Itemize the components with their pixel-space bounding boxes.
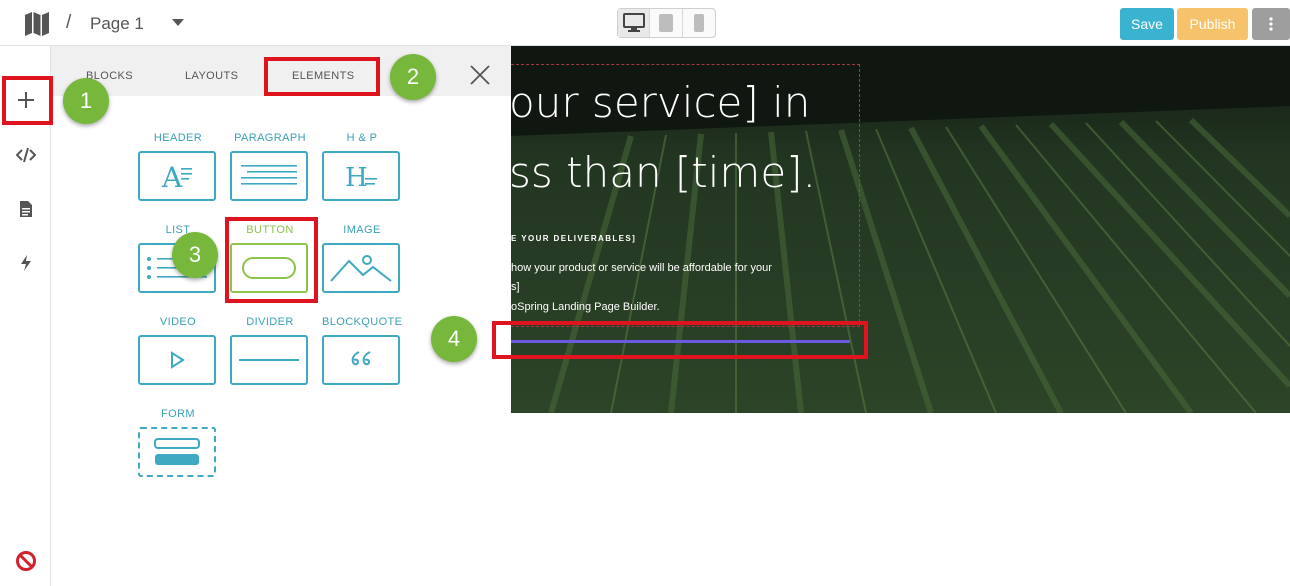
- divider-icon: [239, 359, 299, 361]
- disable-button[interactable]: [15, 550, 37, 572]
- element-label: VIDEO: [159, 316, 197, 328]
- page-title[interactable]: Page 1: [90, 14, 144, 34]
- image-icon: [330, 255, 392, 282]
- annotation-highlight-elements-tab: [264, 57, 380, 96]
- save-button[interactable]: Save: [1120, 8, 1174, 40]
- element-label: BLOCKQUOTE: [322, 316, 403, 328]
- element-tile[interactable]: [230, 151, 308, 201]
- breadcrumb-separator: /: [66, 12, 72, 33]
- element-paragraph[interactable]: PARAGRAPH: [230, 132, 310, 201]
- element-label: HEADER: [153, 132, 203, 144]
- paragraph-icon: [241, 165, 297, 185]
- elements-panel: BLOCKS LAYOUTS ELEMENTS HEADER A PARAGRA…: [51, 46, 511, 586]
- hero-paragraph-line-1[interactable]: how your product or service will be affo…: [511, 262, 772, 274]
- map-logo-icon[interactable]: [24, 11, 50, 37]
- element-header[interactable]: HEADER A: [138, 132, 218, 201]
- lightning-icon: [21, 255, 31, 271]
- element-tile[interactable]: [322, 243, 400, 293]
- annotation-badge-2: 2: [390, 54, 436, 100]
- code-icon: [16, 147, 36, 163]
- document-icon: [20, 201, 32, 217]
- hero-subheading[interactable]: E YOUR DELIVERABLES]: [511, 234, 636, 243]
- mobile-view-button[interactable]: [683, 9, 715, 37]
- element-label: DIVIDER: [246, 316, 294, 328]
- hero-paragraph-line-3[interactable]: oSpring Landing Page Builder.: [511, 301, 660, 313]
- pages-button[interactable]: [15, 198, 37, 220]
- left-toolbar: [0, 46, 51, 586]
- play-icon: [171, 351, 185, 369]
- annotation-highlight-add: [2, 76, 53, 125]
- hero-paragraph-line-2[interactable]: s]: [511, 281, 520, 293]
- mobile-icon: [693, 14, 704, 32]
- top-bar: / Page 1 Save Publish: [0, 0, 1290, 46]
- desktop-view-button[interactable]: [618, 9, 651, 37]
- desktop-icon: [622, 13, 645, 32]
- annotation-highlight-button: [225, 217, 318, 303]
- element-tile[interactable]: [138, 427, 216, 477]
- element-label: H & P: [346, 132, 378, 144]
- element-h-and-p[interactable]: H & P H: [322, 132, 402, 201]
- hero-headline-line-2[interactable]: ss than [time].: [511, 148, 816, 197]
- tab-layouts[interactable]: LAYOUTS: [185, 70, 238, 82]
- element-tile[interactable]: [230, 335, 308, 385]
- more-vertical-icon: [1269, 17, 1273, 31]
- form-icon: [154, 438, 200, 465]
- annotation-badge-3: 3: [172, 232, 218, 278]
- element-tile[interactable]: A: [138, 151, 216, 201]
- element-divider[interactable]: DIVIDER: [230, 316, 310, 385]
- block-icon: [16, 551, 36, 571]
- tablet-view-button[interactable]: [650, 9, 683, 37]
- element-blockquote[interactable]: BLOCKQUOTE: [322, 316, 402, 385]
- hero-headline-line-1[interactable]: our service] in: [511, 78, 810, 127]
- svg-text:H: H: [345, 163, 368, 191]
- element-tile[interactable]: [322, 335, 400, 385]
- close-icon[interactable]: [469, 64, 491, 86]
- heading-paragraph-icon: H: [345, 163, 377, 191]
- element-label: FORM: [161, 408, 195, 420]
- element-label: IMAGE: [343, 224, 381, 236]
- code-button[interactable]: [15, 144, 37, 166]
- annotation-badge-1: 1: [63, 78, 109, 124]
- element-tile[interactable]: [138, 335, 216, 385]
- more-options-button[interactable]: [1252, 8, 1290, 40]
- element-video[interactable]: VIDEO: [138, 316, 218, 385]
- publish-button[interactable]: Publish: [1177, 8, 1248, 40]
- actions-button[interactable]: [15, 252, 37, 274]
- tablet-icon: [659, 14, 674, 32]
- element-tile[interactable]: H: [322, 151, 400, 201]
- chevron-down-icon[interactable]: [171, 18, 185, 28]
- annotation-highlight-drop-zone: [492, 321, 868, 359]
- element-form[interactable]: FORM: [138, 408, 218, 477]
- element-label: PARAGRAPH: [234, 132, 306, 144]
- svg-text:A: A: [161, 161, 183, 191]
- annotation-badge-4: 4: [431, 316, 477, 362]
- element-image[interactable]: IMAGE: [322, 224, 402, 293]
- device-switcher: [617, 8, 716, 38]
- quote-icon: [351, 351, 371, 366]
- header-icon: A: [161, 161, 192, 191]
